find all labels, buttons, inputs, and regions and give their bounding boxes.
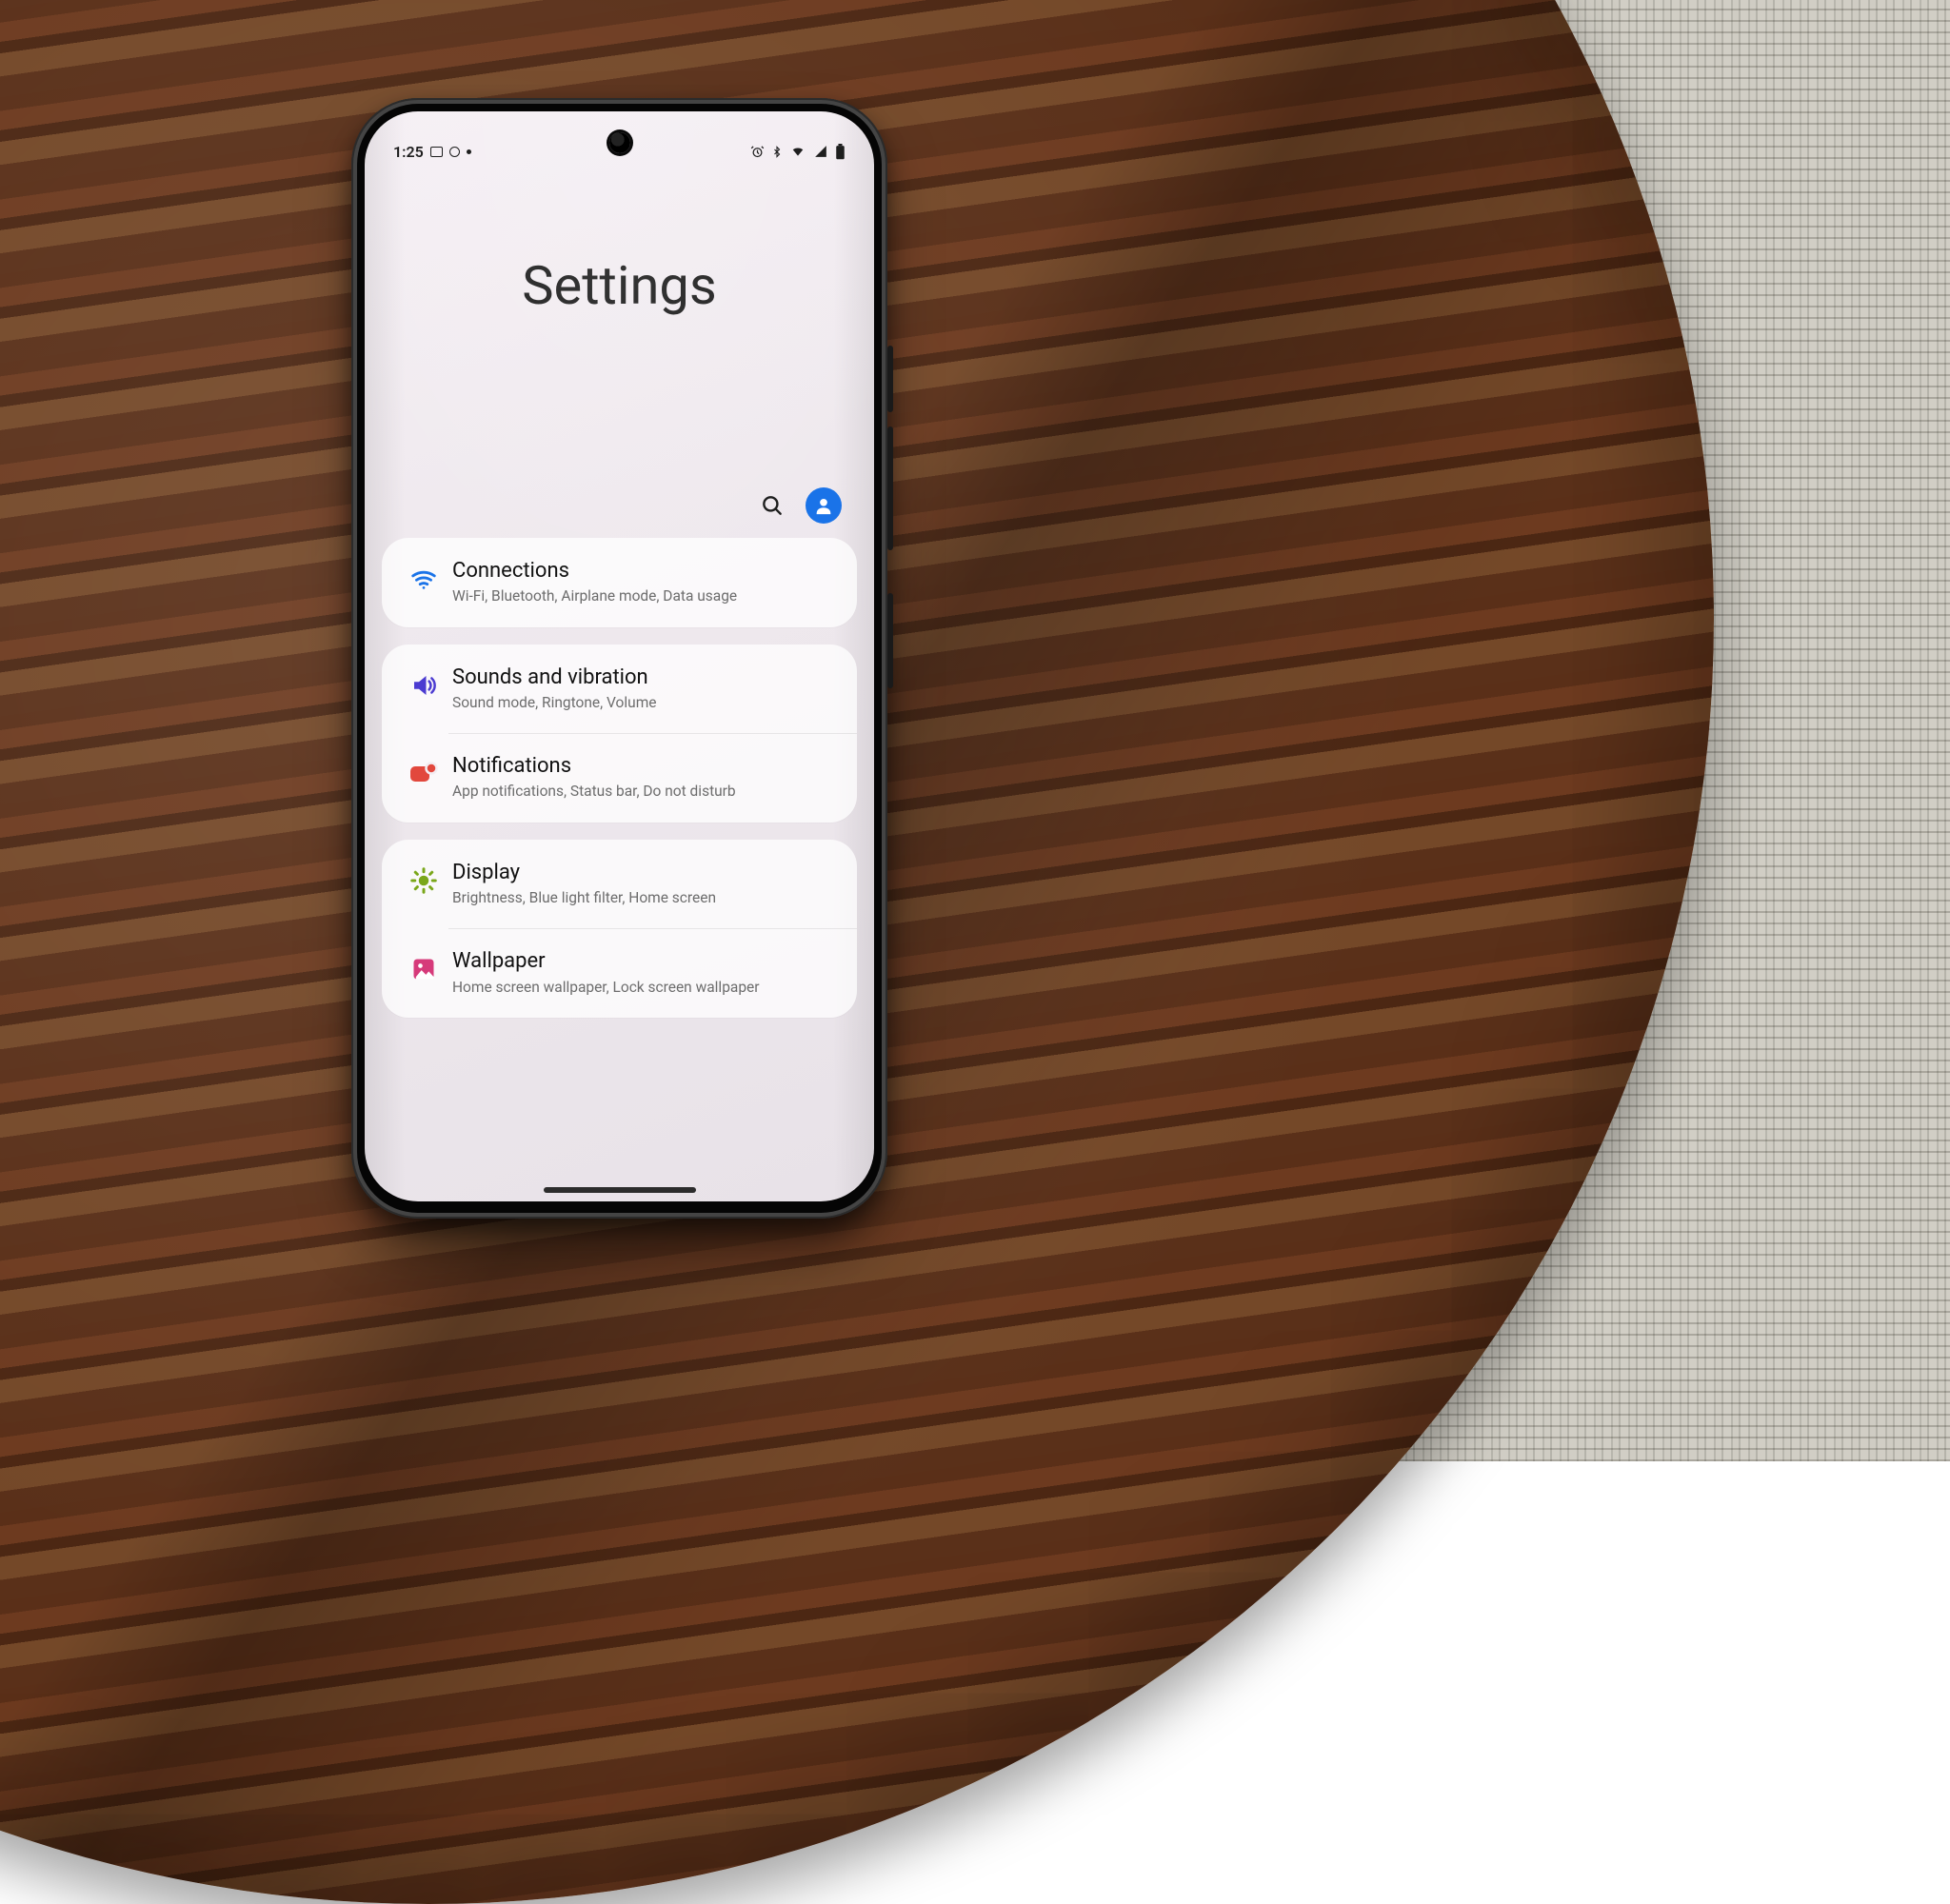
notification-indicator-icon: [430, 147, 443, 157]
notification-icon: [409, 762, 438, 786]
settings-item-title: Wallpaper: [452, 949, 836, 974]
punch-hole-camera: [609, 132, 630, 153]
phone-power-button: [887, 593, 893, 688]
settings-item-title: Notifications: [452, 754, 836, 779]
settings-item-wallpaper[interactable]: Wallpaper Home screen wallpaper, Lock sc…: [382, 928, 857, 1018]
phone-screen[interactable]: 1:25 Settings: [365, 111, 874, 1201]
alarm-icon: [750, 145, 765, 159]
settings-item-subtitle: Sound mode, Ringtone, Volume: [452, 693, 836, 712]
wifi-icon: [409, 565, 438, 593]
bluetooth-icon: [771, 145, 783, 159]
wifi-icon: [789, 145, 806, 158]
settings-list[interactable]: Connections Wi-Fi, Bluetooth, Airplane m…: [382, 538, 857, 1201]
settings-group: Connections Wi-Fi, Bluetooth, Airplane m…: [382, 538, 857, 627]
more-notifications-icon: [467, 149, 471, 154]
settings-item-subtitle: Wi-Fi, Bluetooth, Airplane mode, Data us…: [452, 586, 836, 605]
settings-item-title: Display: [452, 861, 836, 885]
search-icon: [760, 493, 785, 518]
page-title: Settings: [365, 254, 874, 317]
settings-group: Display Brightness, Blue light filter, H…: [382, 840, 857, 1018]
photo-background: [0, 0, 1950, 1461]
settings-item-connections[interactable]: Connections Wi-Fi, Bluetooth, Airplane m…: [382, 538, 857, 627]
phone-side-button: [887, 346, 893, 412]
settings-item-notifications[interactable]: Notifications App notifications, Status …: [382, 733, 857, 823]
settings-group: Sounds and vibration Sound mode, Rington…: [382, 645, 857, 823]
settings-item-subtitle: Home screen wallpaper, Lock screen wallp…: [452, 978, 836, 997]
settings-item-title: Sounds and vibration: [452, 665, 836, 690]
volume-icon: [409, 671, 438, 700]
settings-item-subtitle: Brightness, Blue light filter, Home scre…: [452, 888, 836, 907]
person-icon: [813, 495, 834, 516]
settings-item-display[interactable]: Display Brightness, Blue light filter, H…: [382, 840, 857, 929]
phone-volume-button: [887, 426, 893, 550]
battery-icon: [835, 144, 846, 160]
settings-item-subtitle: App notifications, Status bar, Do not di…: [452, 782, 836, 801]
navigation-handle[interactable]: [544, 1187, 696, 1193]
settings-item-sounds[interactable]: Sounds and vibration Sound mode, Rington…: [382, 645, 857, 734]
settings-item-title: Connections: [452, 559, 836, 584]
brightness-icon: [409, 866, 438, 895]
account-button[interactable]: [806, 487, 842, 524]
signal-icon: [813, 145, 828, 158]
notification-indicator-icon: [449, 147, 460, 157]
phone-body: 1:25 Settings: [351, 98, 887, 1219]
wallpaper-icon: [410, 956, 437, 982]
search-button[interactable]: [756, 489, 788, 522]
status-time: 1:25: [393, 143, 424, 161]
